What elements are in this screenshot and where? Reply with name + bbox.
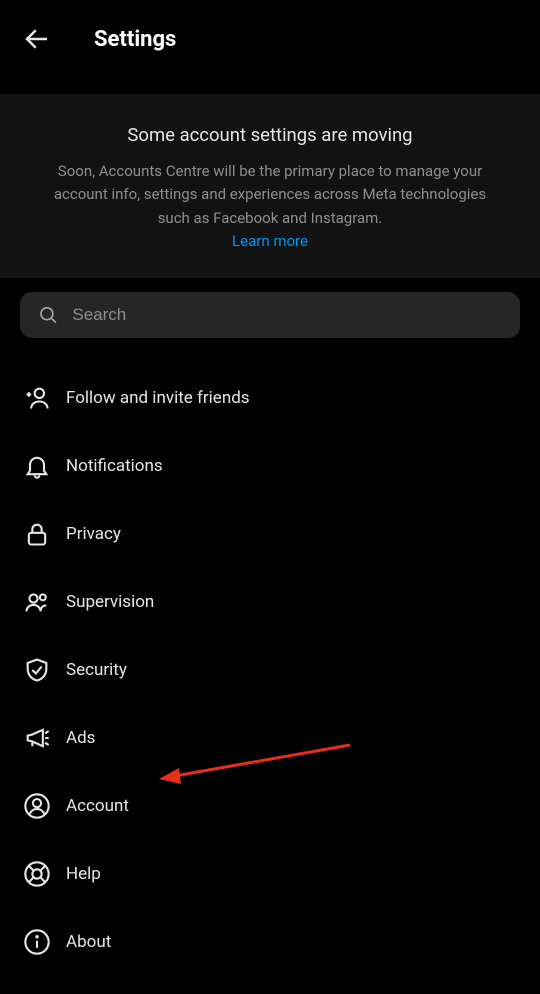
menu-item-label: Help: [66, 864, 101, 884]
menu-item-account[interactable]: Account: [0, 772, 540, 840]
menu-item-label: About: [66, 932, 111, 952]
menu-item-label: Security: [66, 660, 127, 680]
account-icon: [22, 791, 52, 821]
learn-more-link[interactable]: Learn more: [40, 232, 500, 250]
search-wrap: [0, 278, 540, 346]
page-title: Settings: [94, 27, 176, 52]
menu-item-privacy[interactable]: Privacy: [0, 500, 540, 568]
menu-item-label: Follow and invite friends: [66, 388, 250, 408]
menu-item-label: Notifications: [66, 456, 163, 476]
megaphone-icon: [22, 723, 52, 753]
shield-icon: [22, 655, 52, 685]
settings-list: Follow and invite friends Notifications …: [0, 346, 540, 994]
search-icon: [38, 304, 58, 326]
info-icon: [22, 927, 52, 957]
notice-title: Some account settings are moving: [40, 124, 500, 146]
menu-item-notifications[interactable]: Notifications: [0, 432, 540, 500]
menu-item-follow-invite[interactable]: Follow and invite friends: [0, 364, 540, 432]
search-input[interactable]: [72, 305, 502, 325]
lock-icon: [22, 519, 52, 549]
menu-item-help[interactable]: Help: [0, 840, 540, 908]
lifebuoy-icon: [22, 859, 52, 889]
notice-banner: Some account settings are moving Soon, A…: [0, 94, 540, 278]
menu-item-about[interactable]: About: [0, 908, 540, 976]
menu-item-label: Account: [66, 796, 129, 816]
notice-body: Soon, Accounts Centre will be the primar…: [40, 160, 500, 230]
add-friend-icon: [22, 383, 52, 413]
menu-item-ads[interactable]: Ads: [0, 704, 540, 772]
menu-item-label: Privacy: [66, 524, 121, 544]
menu-item-security[interactable]: Security: [0, 636, 540, 704]
back-arrow-icon: [22, 24, 52, 54]
header: Settings: [0, 0, 540, 78]
bell-icon: [22, 451, 52, 481]
menu-item-label: Supervision: [66, 592, 154, 612]
people-icon: [22, 587, 52, 617]
menu-item-supervision[interactable]: Supervision: [0, 568, 540, 636]
search-field[interactable]: [20, 292, 520, 338]
menu-item-label: Ads: [66, 728, 95, 748]
back-button[interactable]: [20, 22, 54, 56]
